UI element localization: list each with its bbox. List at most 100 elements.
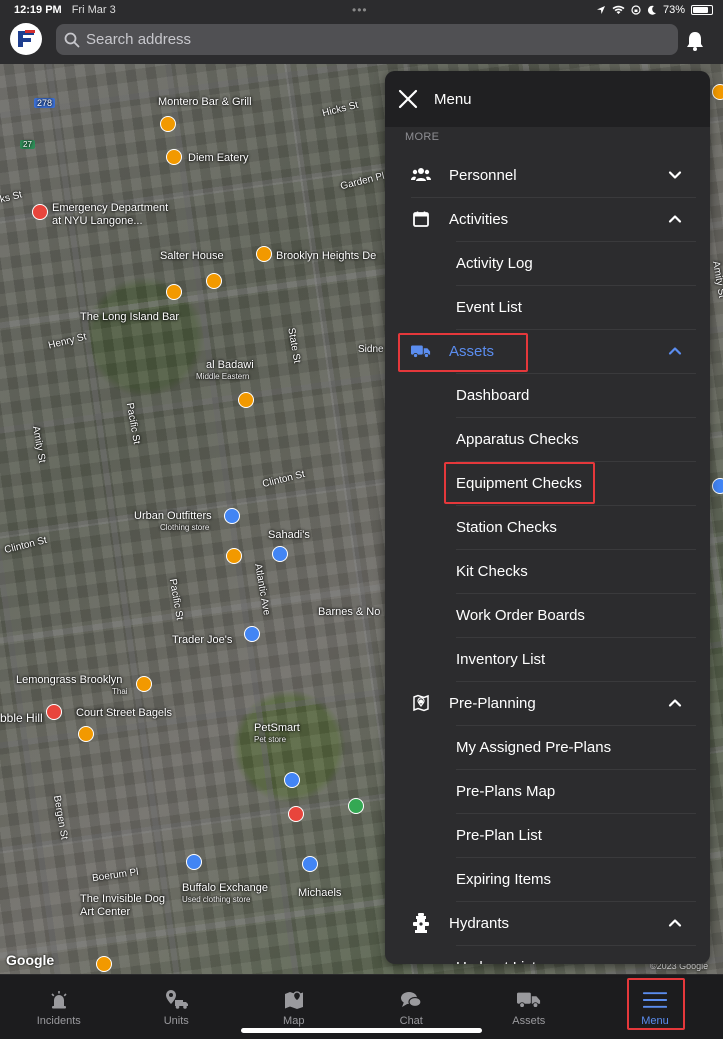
map-label-sub: Thai <box>112 686 128 696</box>
tab-label: Incidents <box>36 1015 81 1027</box>
map-label-sub: Pet store <box>254 734 287 744</box>
map-label: Trader Joe's <box>172 634 233 646</box>
restaurant-pin-icon[interactable] <box>712 84 723 100</box>
bell-icon[interactable] <box>684 30 706 52</box>
menu-item-hydrant-list[interactable]: Hydrant List <box>385 945 710 964</box>
menu-group-assets[interactable]: Assets <box>385 329 710 373</box>
menu-item-activity-log[interactable]: Activity Log <box>385 241 710 285</box>
menu-item-equipment-checks[interactable]: Equipment Checks <box>385 461 710 505</box>
map-label-title: Lemongrass Brooklyn <box>16 674 123 686</box>
menu-group-pre-planning[interactable]: Pre-Planning <box>385 681 710 725</box>
chevron-up-icon[interactable] <box>668 916 682 930</box>
search-input[interactable] <box>86 31 646 48</box>
shopping-pin-icon[interactable] <box>244 626 260 642</box>
map-label: al Badawi Middle Eastern <box>196 359 254 381</box>
close-icon[interactable] <box>397 88 419 110</box>
tab-assets[interactable]: Assets <box>470 975 588 1039</box>
units-icon <box>164 989 189 1011</box>
tab-label: Units <box>163 1015 189 1027</box>
chevron-up-icon[interactable] <box>668 344 682 358</box>
street-label: Garden Pl <box>339 170 386 193</box>
shopping-pin-icon[interactable] <box>712 478 723 494</box>
store-pin-icon[interactable] <box>46 704 62 720</box>
map-label-title: PetSmart <box>254 722 300 734</box>
shopping-pin-icon[interactable] <box>272 546 288 562</box>
menu-item-event-list[interactable]: Event List <box>385 285 710 329</box>
menu-item-expiring-items[interactable]: Expiring Items <box>385 857 710 901</box>
street-label: Pacific St <box>123 402 142 445</box>
menu-item-pre-plans-map[interactable]: Pre-Plans Map <box>385 769 710 813</box>
park-pin-icon[interactable] <box>348 798 364 814</box>
menu-item-label: Equipment Checks <box>456 474 582 492</box>
chevron-down-icon[interactable] <box>668 168 682 182</box>
menu-group-hydrants[interactable]: Hydrants <box>385 901 710 945</box>
menu-item-pre-plan-list[interactable]: Pre-Plan List <box>385 813 710 857</box>
menu-panel: Menu MORE Personnel Activities Activity Lo… <box>385 71 710 964</box>
shopping-pin-icon[interactable] <box>284 772 300 788</box>
chevron-up-icon[interactable] <box>668 696 682 710</box>
shopping-pin-icon[interactable] <box>302 856 318 872</box>
multitask-dots-icon[interactable]: ••• <box>352 3 368 17</box>
status-time: 12:19 PM <box>14 4 62 16</box>
street-label: Clinton St <box>3 534 49 557</box>
menu-item-label: Kit Checks <box>456 562 528 580</box>
map-label-title: Urban Outfitters <box>134 510 212 522</box>
restaurant-pin-icon[interactable] <box>160 116 176 132</box>
section-label-more: MORE <box>405 131 440 143</box>
menu-item-label: My Assigned Pre-Plans <box>456 738 612 756</box>
calendar-icon <box>411 209 431 229</box>
lock-rotation-icon <box>631 5 641 15</box>
restaurant-pin-icon[interactable] <box>206 273 222 289</box>
restaurant-pin-icon[interactable] <box>256 246 272 262</box>
menu-item-station-checks[interactable]: Station Checks <box>385 505 710 549</box>
tab-units[interactable]: Units <box>118 975 236 1039</box>
menu-item-apparatus-checks[interactable]: Apparatus Checks <box>385 417 710 461</box>
street-label: State St <box>285 327 303 364</box>
restaurant-pin-icon[interactable] <box>96 956 112 972</box>
status-bar: 12:19 PM Fri Mar 3 ••• 73% <box>0 0 723 20</box>
hospital-pin-icon[interactable] <box>32 204 48 220</box>
menu-item-work-order-boards[interactable]: Work Order Boards <box>385 593 710 637</box>
restaurant-pin-icon[interactable] <box>78 726 94 742</box>
map-label: The Invisible Dog Art Center <box>80 893 165 918</box>
restaurant-pin-icon[interactable] <box>226 548 242 564</box>
shopping-pin-icon[interactable] <box>186 854 202 870</box>
menu-item-inventory-list[interactable]: Inventory List <box>385 637 710 681</box>
shopping-pin-icon[interactable] <box>224 508 240 524</box>
menu-item-label: Assets <box>449 342 495 360</box>
app-logo-icon <box>18 30 35 47</box>
app-logo[interactable] <box>10 23 42 55</box>
restaurant-pin-icon[interactable] <box>166 284 182 300</box>
menu-item-label: Pre-Plan List <box>456 826 542 844</box>
menu-item-label: Apparatus Checks <box>456 430 579 448</box>
chevron-up-icon[interactable] <box>668 212 682 226</box>
tab-label: Assets <box>512 1015 546 1027</box>
home-indicator[interactable] <box>241 1028 482 1033</box>
street-label: Hicks St <box>321 99 360 120</box>
map-label: Montero Bar & Grill <box>158 96 252 108</box>
map-label: Michaels <box>298 887 342 899</box>
map-label-title: al Badawi <box>206 359 254 371</box>
tab-menu[interactable]: Menu <box>588 975 723 1039</box>
restaurant-pin-icon[interactable] <box>166 149 182 165</box>
map-label: PetSmart Pet store <box>254 722 300 744</box>
street-label: Bergen St <box>50 794 70 841</box>
menu-item-label: Pre-Plans Map <box>456 782 556 800</box>
menu-item-dashboard[interactable]: Dashboard <box>385 373 710 417</box>
menu-group-activities[interactable]: Activities <box>385 197 710 241</box>
restaurant-pin-icon[interactable] <box>238 392 254 408</box>
menu-item-label: Activity Log <box>456 254 533 272</box>
app-root: 12:19 PM Fri Mar 3 ••• 73% Montero Bar &… <box>0 0 723 1039</box>
map-label: Emergency Department at NYU Langone... <box>52 202 169 227</box>
status-icons: 73% <box>596 4 713 16</box>
restaurant-pin-icon[interactable] <box>136 676 152 692</box>
menu-item-kit-checks[interactable]: Kit Checks <box>385 549 710 593</box>
store-pin-icon[interactable] <box>288 806 304 822</box>
tab-incidents[interactable]: Incidents <box>0 975 118 1039</box>
street-label: Amity St <box>29 425 48 464</box>
menu-group-personnel[interactable]: Personnel <box>385 153 710 197</box>
search-bar[interactable] <box>56 24 678 55</box>
tab-label: Menu <box>641 1015 669 1027</box>
street-label: Henry St <box>47 331 88 352</box>
menu-item-my-assigned-pre-plans[interactable]: My Assigned Pre-Plans <box>385 725 710 769</box>
